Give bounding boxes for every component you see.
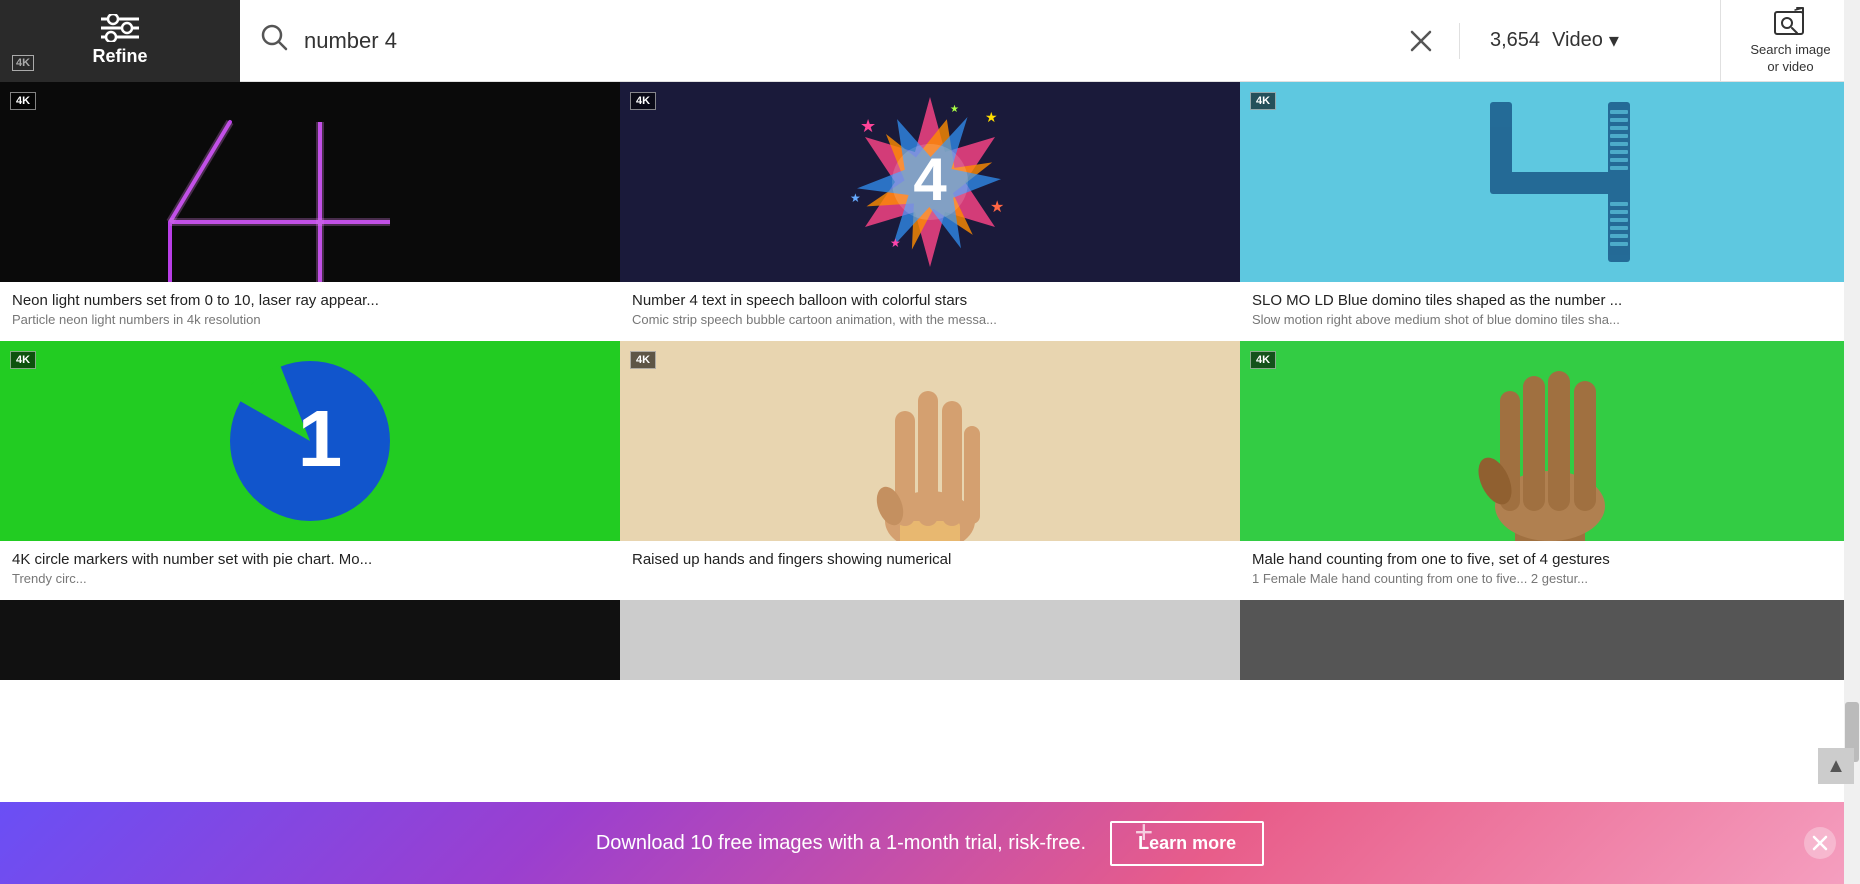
banner-text: Download 10 free images with a 1-month t…: [596, 832, 1086, 855]
thumbnail-1: 4K: [0, 82, 620, 282]
grid-title-4: 4K circle markers with number set with p…: [12, 551, 608, 568]
grid-title-3: SLO MO LD Blue domino tiles shaped as th…: [1252, 292, 1848, 309]
grid-info-3: SLO MO LD Blue domino tiles shaped as th…: [1240, 282, 1860, 341]
refine-4k-badge: 4K: [12, 55, 34, 71]
results-count: 3,654: [1490, 29, 1540, 52]
grid-title-6: Male hand counting from one to five, set…: [1252, 551, 1848, 568]
grid-item-3[interactable]: 4K: [1240, 82, 1860, 341]
partial-row: [0, 600, 1860, 680]
grid-item-6[interactable]: 4K: [1240, 341, 1860, 600]
grid-item-5[interactable]: 4K: [620, 341, 1240, 600]
results-area: 3,654 Video ▾: [1460, 28, 1720, 53]
partial-thumb-3: [1240, 600, 1860, 680]
grid-item-2[interactable]: 4K ★ ★ ★ ★ ★ ★: [620, 82, 1240, 341]
scroll-up-button[interactable]: ▲: [1818, 748, 1854, 784]
partial-thumb-2: [620, 600, 1240, 680]
svg-text:★: ★: [990, 199, 1004, 216]
refine-button[interactable]: Refine 4K: [0, 0, 240, 82]
grid-info-5: Raised up hands and fingers showing nume…: [620, 541, 1240, 585]
badge-4k-2: 4K: [630, 92, 656, 110]
svg-text:★: ★: [860, 116, 876, 136]
banner-plus-icon: +: [1135, 814, 1154, 851]
svg-text:1: 1: [298, 394, 343, 483]
search-image-label: Search imageor video: [1750, 42, 1830, 76]
grid-sub-1: Particle neon light numbers in 4k resolu…: [12, 312, 608, 327]
badge-4k-4: 4K: [10, 351, 36, 369]
grid-title-1: Neon light numbers set from 0 to 10, las…: [12, 292, 608, 309]
grid-sub-2: Comic strip speech bubble cartoon animat…: [632, 312, 1228, 327]
thumbnail-5: 4K: [620, 341, 1240, 541]
grid-sub-4: Trendy circ...: [12, 571, 608, 586]
clear-search-button[interactable]: [1403, 23, 1439, 59]
grid-info-2: Number 4 text in speech balloon with col…: [620, 282, 1240, 341]
banner-close-button[interactable]: [1804, 827, 1836, 859]
search-icon: [260, 23, 288, 58]
close-icon: [1812, 835, 1828, 851]
grid-item-4[interactable]: 4K 1 4K circle markers with number set: [0, 341, 620, 600]
svg-text:★: ★: [890, 236, 901, 250]
svg-text:4: 4: [913, 146, 947, 213]
video-label: Video: [1552, 29, 1603, 52]
search-input[interactable]: [304, 28, 1387, 54]
badge-4k-3: 4K: [1250, 92, 1276, 110]
svg-text:★: ★: [950, 104, 959, 115]
grid-item-1[interactable]: 4K: [0, 82, 620, 341]
refine-label: Refine: [92, 46, 147, 67]
badge-4k-6: 4K: [1250, 351, 1276, 369]
grid-title-5: Raised up hands and fingers showing nume…: [632, 551, 1228, 568]
thumbnail-4: 4K 1: [0, 341, 620, 541]
partial-thumb-1: [0, 600, 620, 680]
search-image-icon: [1773, 6, 1809, 38]
svg-text:★: ★: [985, 109, 998, 125]
chevron-down-icon: ▾: [1609, 28, 1619, 53]
badge-4k-1: 4K: [10, 92, 36, 110]
grid-info-1: Neon light numbers set from 0 to 10, las…: [0, 282, 620, 341]
grid-info-4: 4K circle markers with number set with p…: [0, 541, 620, 600]
refine-icon: [101, 14, 139, 42]
svg-text:★: ★: [850, 191, 861, 205]
grid-sub-3: Slow motion right above medium shot of b…: [1252, 312, 1848, 327]
grid-sub-6: 1 Female Male hand counting from one to …: [1252, 571, 1848, 586]
thumbnail-6: 4K: [1240, 341, 1860, 541]
header: Refine 4K 3,654 Video ▾: [0, 0, 1860, 82]
results-grid: 4K: [0, 82, 1860, 680]
search-image-button[interactable]: Search imageor video: [1720, 0, 1860, 82]
search-area: [240, 23, 1460, 59]
video-dropdown[interactable]: Video ▾: [1552, 28, 1619, 53]
promo-banner: Download 10 free images with a 1-month t…: [0, 802, 1860, 884]
thumbnail-3: 4K: [1240, 82, 1860, 282]
learn-more-button[interactable]: Learn more: [1110, 821, 1264, 866]
grid-info-6: Male hand counting from one to five, set…: [1240, 541, 1860, 600]
grid-title-2: Number 4 text in speech balloon with col…: [632, 292, 1228, 309]
thumbnail-2: 4K ★ ★ ★ ★ ★ ★: [620, 82, 1240, 282]
badge-4k-5: 4K: [630, 351, 656, 369]
